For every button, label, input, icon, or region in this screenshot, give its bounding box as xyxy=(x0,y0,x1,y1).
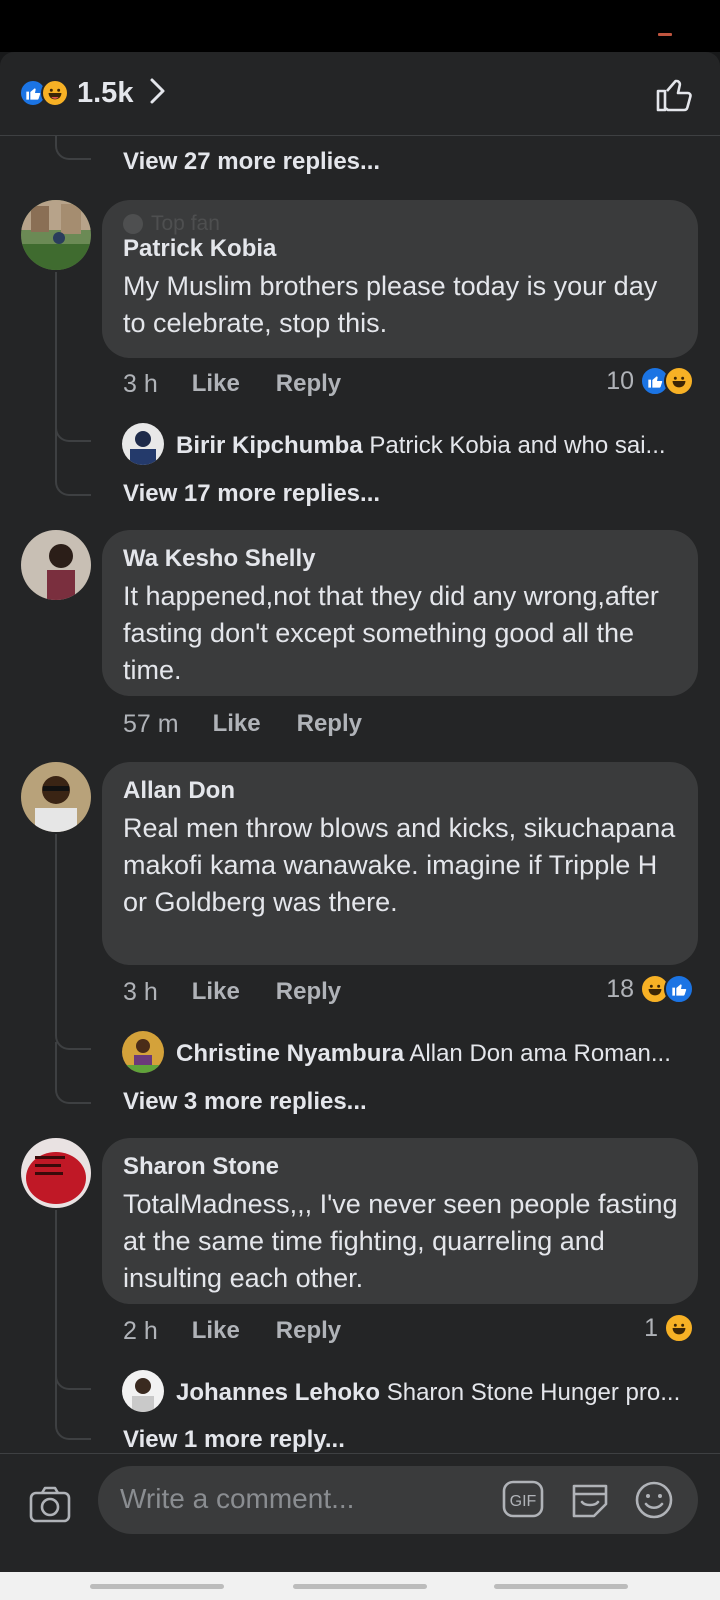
avatar[interactable] xyxy=(21,1138,91,1208)
like-button[interactable]: Like xyxy=(192,370,240,399)
sticker-icon[interactable] xyxy=(568,1478,612,1520)
comment-author[interactable]: Allan Don xyxy=(123,776,678,806)
reactions-summary[interactable]: 1.5k xyxy=(19,76,167,110)
like-button[interactable]: Like xyxy=(213,710,261,739)
comment-composer: Write a comment... GIF xyxy=(0,1453,720,1572)
svg-text:GIF: GIF xyxy=(510,1493,537,1510)
top-fan-badge: Top fan xyxy=(123,212,678,236)
comment-bubble[interactable]: Top fan Patrick Kobia My Muslim brothers… xyxy=(102,200,698,358)
system-navigation-bar xyxy=(0,1572,720,1600)
comment-actions: 3 h Like Reply xyxy=(123,978,341,1007)
comment-bubble[interactable]: Sharon Stone TotalMadness,,, I've never … xyxy=(102,1138,698,1304)
reaction-number: 18 xyxy=(606,974,634,1003)
reply-author[interactable]: Christine Nyambura xyxy=(176,1040,404,1067)
comment-actions: 2 h Like Reply xyxy=(123,1317,341,1346)
thread-connector xyxy=(55,1380,91,1440)
like-reaction-icon xyxy=(664,974,694,1004)
haha-reaction-icon xyxy=(664,366,694,396)
nav-recents-button[interactable] xyxy=(90,1584,224,1589)
comment-bubble[interactable]: Allan Don Real men throw blows and kicks… xyxy=(102,762,698,965)
comment-actions: 57 m Like Reply xyxy=(123,710,362,739)
thread-connector xyxy=(55,432,91,496)
comment-time: 57 m xyxy=(123,710,179,738)
emoji-icon[interactable] xyxy=(634,1480,674,1520)
reply-avatar[interactable] xyxy=(122,1031,164,1073)
reaction-number: 1 xyxy=(644,1313,658,1342)
reply-avatar[interactable] xyxy=(122,423,164,465)
comment-input-placeholder: Write a comment... xyxy=(120,1483,355,1514)
reply-preview[interactable]: Birir Kipchumba Patrick Kobia and who sa… xyxy=(176,432,696,460)
reply-text: Patrick Kobia and who sai... xyxy=(369,432,666,459)
reply-text: Allan Don ama Roman... xyxy=(409,1040,671,1067)
nav-back-button[interactable] xyxy=(494,1584,628,1589)
view-more-replies[interactable]: View 1 more reply... xyxy=(123,1426,345,1454)
reply-preview[interactable]: Johannes Lehoko Sharon Stone Hunger pro.… xyxy=(176,1379,696,1407)
camera-icon[interactable] xyxy=(28,1482,72,1526)
reply-preview[interactable]: Christine Nyambura Allan Don ama Roman..… xyxy=(176,1040,696,1068)
like-button[interactable]: Like xyxy=(192,978,240,1007)
comment-author[interactable]: Patrick Kobia xyxy=(123,234,678,264)
comments-sheet: 1.5k View 27 more replies... Top fan Pat… xyxy=(0,52,720,1572)
reaction-number: 10 xyxy=(606,366,634,395)
thread-line xyxy=(55,1210,57,1380)
status-indicator xyxy=(658,33,672,36)
haha-reaction-icon xyxy=(41,79,69,107)
status-bar xyxy=(0,0,720,52)
badge-label: Top fan xyxy=(151,212,220,235)
thread-connector xyxy=(55,1042,91,1104)
view-more-replies[interactable]: View 3 more replies... xyxy=(123,1088,367,1116)
comment-bubble[interactable]: Wa Kesho Shelly It happened,not that the… xyxy=(102,530,698,696)
thread-line xyxy=(55,834,57,1034)
comment-reactions[interactable]: 10 xyxy=(606,366,694,396)
comment-text: My Muslim brothers please today is your … xyxy=(123,271,658,338)
badge-icon xyxy=(123,214,143,234)
nav-home-button[interactable] xyxy=(293,1584,427,1589)
reply-button[interactable]: Reply xyxy=(276,1317,341,1346)
comment-input[interactable]: Write a comment... GIF xyxy=(98,1466,698,1534)
comment-time: 3 h xyxy=(123,370,158,398)
chevron-right-icon[interactable] xyxy=(149,77,167,110)
comment-text: It happened,not that they did any wrong,… xyxy=(123,581,659,685)
reply-author[interactable]: Johannes Lehoko xyxy=(176,1379,380,1406)
avatar[interactable] xyxy=(21,530,91,600)
comment-time: 3 h xyxy=(123,978,158,1006)
gif-icon[interactable]: GIF xyxy=(502,1480,544,1518)
avatar[interactable] xyxy=(21,200,91,270)
comment-text: TotalMadness,,, I've never seen people f… xyxy=(123,1189,678,1293)
thread-connector xyxy=(55,136,91,160)
view-more-replies[interactable]: View 17 more replies... xyxy=(123,480,380,508)
reply-button[interactable]: Reply xyxy=(276,370,341,399)
avatar[interactable] xyxy=(21,762,91,832)
haha-reaction-icon xyxy=(664,1313,694,1343)
reply-button[interactable]: Reply xyxy=(276,978,341,1007)
reactions-header: 1.5k xyxy=(0,52,720,136)
comment-time: 2 h xyxy=(123,1317,158,1345)
thread-line xyxy=(55,272,57,432)
reaction-count: 1.5k xyxy=(77,76,134,109)
reply-avatar[interactable] xyxy=(122,1370,164,1412)
comment-author[interactable]: Wa Kesho Shelly xyxy=(123,544,678,574)
comment-actions: 3 h Like Reply xyxy=(123,370,341,399)
reply-author[interactable]: Birir Kipchumba xyxy=(176,432,363,459)
thumbs-up-icon[interactable] xyxy=(654,74,694,114)
reply-button[interactable]: Reply xyxy=(297,710,362,739)
comment-reactions[interactable]: 1 xyxy=(644,1313,694,1343)
view-more-replies[interactable]: View 27 more replies... xyxy=(123,148,380,176)
comment-reactions[interactable]: 18 xyxy=(606,974,694,1004)
comment-author[interactable]: Sharon Stone xyxy=(123,1152,678,1182)
reply-text: Sharon Stone Hunger pro... xyxy=(386,1379,681,1406)
comment-text: Real men throw blows and kicks, sikuchap… xyxy=(123,813,676,917)
like-button[interactable]: Like xyxy=(192,1317,240,1346)
